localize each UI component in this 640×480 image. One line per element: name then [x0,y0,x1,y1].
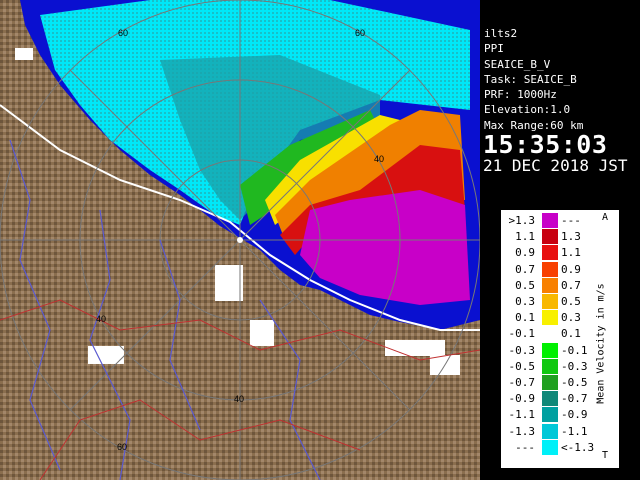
legend-swatch [542,277,558,293]
legend-row-min: --- [515,440,535,454]
range-label: 60 [117,442,127,452]
legend-row-min: 0.9 [515,246,535,260]
legend-row-min: >1.3 [508,214,536,227]
legend-swatch [542,423,558,439]
range-label: 60 [118,28,128,38]
range-label: 40 [374,154,384,164]
legend-swatch [542,213,558,228]
legend-row-min: 0.5 [515,278,535,292]
scan-date: 21 DEC 2018 JST [483,156,628,176]
prf-value: PRF: 1000Hz [484,88,557,102]
legend-swatch [542,439,558,455]
legend-swatch [542,245,558,261]
legend-row-max: 1.1 [561,246,581,260]
radar-site-marker [237,237,243,243]
legend-row-min: -0.7 [508,376,536,389]
legend-row-max: -0.3 [561,359,588,373]
legend-row-max: 0.7 [561,278,581,292]
range-label: 40 [96,314,106,324]
product-name: SEAICE_B_V [484,57,551,71]
legend-swatch [542,294,558,309]
range-label: 60 [355,28,365,38]
legend-row-max: -0.1 [561,343,588,357]
color-legend: >1.3 --- 1.1 1.3 0.9 1.1 0.7 0.9 0.5 0.7 0.3 0.5 0.1… [501,210,619,468]
legend-row-max: -1.1 [561,424,588,438]
task-name: Task: SEAICE_B [484,72,577,86]
legend-row-max: -0.7 [561,392,588,406]
legend-swatch [542,342,558,358]
scan-time: 15:35:03 [483,130,608,160]
scan-mode: PPI [484,42,504,56]
legend-row-min: -0.3 [508,343,536,357]
legend-top-cap: A [602,212,609,223]
radar-image: 60 60 40 40 40 60 [0,0,480,480]
legend-row-max: -0.5 [561,376,588,389]
legend-row-min: -0.1 [508,327,536,341]
legend-unit-label: Mean Velocity in m/s [595,283,607,404]
legend-swatch [542,229,558,245]
legend-row-max: 0.9 [561,262,581,276]
legend-swatch [542,407,558,423]
legend-row-max: -0.9 [561,408,588,422]
legend-row-min: -1.1 [508,408,536,422]
legend-swatch [542,310,558,326]
radar-ppi-display[interactable]: 60 60 40 40 40 60 [0,0,480,480]
legend-swatch [542,358,558,374]
legend-swatch [542,326,558,342]
legend-row-min: -0.5 [508,359,536,373]
range-label: 40 [234,394,244,404]
legend-row-max: 1.3 [561,230,581,244]
legend-row-min: -1.3 [508,424,536,438]
site-name: ilts2 [484,27,518,40]
legend-swatch [542,261,558,277]
legend-row-min: 0.1 [515,311,535,325]
legend-row-min: 0.7 [515,262,535,276]
legend-unit: Mean Velocity in m/s [593,246,609,446]
info-panel: ilts2 PPI SEAICE_B_V Task: SEAICE_B PRF:… [480,26,640,175]
legend-row-min: -0.9 [508,392,536,406]
legend-row-max: --- [561,214,581,227]
legend-row-max: <-1.3 [561,440,595,454]
legend-row-min: 0.3 [515,295,535,308]
legend-row-max: 0.5 [561,295,581,308]
legend-row-max: 0.3 [561,311,581,325]
legend-row-max: 0.1 [561,327,581,341]
legend-swatch [542,375,558,390]
legend-bottom-cap: T [602,450,609,461]
legend-swatch [542,391,558,407]
legend-row-min: 1.1 [515,230,535,244]
elevation-value: Elevation:1.0 [484,103,571,117]
